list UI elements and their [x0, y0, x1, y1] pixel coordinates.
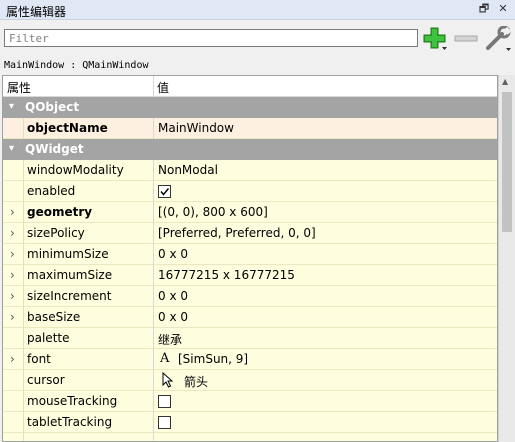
property-value[interactable]: 继承	[158, 331, 182, 348]
filter-toolbar	[0, 20, 515, 58]
object-class-label: MainWindow : QMainWindow	[4, 60, 149, 71]
property-value[interactable]: [Preferred, Preferred, 0, 0]	[158, 226, 316, 240]
filter-input[interactable]	[4, 29, 418, 47]
property-row-font[interactable]: › font A [SimSun, 9]	[3, 349, 497, 370]
property-row-geometry[interactable]: › geometry [(0, 0), 800 x 600]	[3, 202, 497, 223]
property-name: palette	[27, 331, 70, 345]
checkmark-icon	[160, 188, 170, 196]
panel-title: 属性编辑器	[6, 5, 67, 19]
arrow-cursor-icon	[162, 371, 174, 391]
property-value[interactable]: [SimSun, 9]	[178, 352, 248, 366]
panel-titlebar: 属性编辑器 🗗 ✕	[0, 0, 515, 20]
collapse-icon[interactable]: ▾	[9, 143, 14, 154]
property-name: minimumSize	[27, 247, 109, 261]
property-name: maximumSize	[27, 268, 113, 282]
property-row-palette[interactable]: palette 继承	[3, 328, 497, 349]
property-row-mousetracking[interactable]: mouseTracking	[3, 391, 497, 412]
property-row-tablettracking[interactable]: tabletTracking	[3, 412, 497, 433]
mousetracking-checkbox[interactable]	[158, 395, 171, 408]
expand-icon[interactable]: ›	[10, 310, 15, 324]
property-name: cursor	[27, 373, 65, 387]
scroll-up-icon[interactable]: ▲	[502, 77, 508, 86]
tablettracking-checkbox[interactable]	[158, 416, 171, 429]
expand-icon[interactable]: ›	[10, 352, 15, 366]
group-label: QObject	[25, 100, 80, 114]
vertical-scrollbar[interactable]: ▲	[498, 75, 515, 442]
property-value[interactable]: NonModal	[158, 163, 218, 177]
enabled-checkbox[interactable]	[158, 185, 171, 198]
property-row-windowmodality[interactable]: windowModality NonModal	[3, 160, 497, 181]
font-icon: A	[160, 351, 170, 366]
property-name: windowModality	[27, 163, 124, 177]
group-qobject[interactable]: ▾ QObject	[3, 97, 497, 118]
dropdown-arrow-icon	[442, 47, 447, 50]
configure-button[interactable]	[484, 25, 512, 52]
property-row-minimumsize[interactable]: › minimumSize 0 x 0	[3, 244, 497, 265]
tree-header: 属性 值	[3, 76, 497, 97]
header-divider[interactable]	[153, 76, 154, 97]
property-row-sizepolicy[interactable]: › sizePolicy [Preferred, Preferred, 0, 0…	[3, 223, 497, 244]
property-value[interactable]: 0 x 0	[158, 247, 188, 261]
scrollbar-thumb[interactable]	[502, 92, 512, 232]
expand-icon[interactable]: ›	[10, 268, 15, 282]
group-label: QWidget	[25, 142, 84, 156]
group-qwidget[interactable]: ▾ QWidget	[3, 139, 497, 160]
property-row-enabled[interactable]: enabled	[3, 181, 497, 202]
property-name: geometry	[27, 205, 93, 219]
expand-icon[interactable]: ›	[10, 289, 15, 303]
property-value[interactable]: 16777215 x 16777215	[158, 268, 295, 282]
property-tree: 属性 值 ▾ QObject objectName MainWindow ▾ Q…	[2, 75, 498, 442]
minus-icon	[454, 35, 478, 42]
remove-property-button[interactable]	[453, 26, 479, 52]
close-icon[interactable]: ✕	[496, 2, 510, 16]
add-property-button[interactable]	[422, 26, 448, 52]
property-name: tabletTracking	[27, 415, 113, 429]
expand-icon[interactable]: ›	[10, 247, 15, 261]
property-row-sizeincrement[interactable]: › sizeIncrement 0 x 0	[3, 286, 497, 307]
property-value[interactable]: 0 x 0	[158, 310, 188, 324]
dropdown-arrow-icon	[506, 48, 511, 51]
property-value[interactable]: [(0, 0), 800 x 600]	[158, 205, 268, 219]
property-name: objectName	[27, 121, 108, 135]
header-value[interactable]: 值	[157, 79, 169, 96]
property-row-cursor[interactable]: cursor 箭头	[3, 370, 497, 391]
wrench-icon	[486, 25, 512, 51]
property-value[interactable]: 0 x 0	[158, 289, 188, 303]
property-name: sizePolicy	[27, 226, 85, 240]
expand-icon[interactable]: ›	[10, 205, 15, 219]
expand-icon[interactable]: ›	[10, 226, 15, 240]
property-name: sizeIncrement	[27, 289, 112, 303]
property-name: font	[27, 352, 51, 366]
property-name: enabled	[27, 184, 76, 198]
property-row-partial[interactable]	[3, 433, 497, 441]
plus-icon	[423, 27, 447, 50]
property-row-objectname[interactable]: objectName MainWindow	[3, 118, 497, 139]
property-row-basesize[interactable]: › baseSize 0 x 0	[3, 307, 497, 328]
collapse-icon[interactable]: ▾	[9, 101, 14, 112]
header-property[interactable]: 属性	[7, 79, 31, 96]
property-row-maximumsize[interactable]: › maximumSize 16777215 x 16777215	[3, 265, 497, 286]
property-value[interactable]: 箭头	[184, 373, 208, 390]
float-icon[interactable]: 🗗	[477, 2, 491, 16]
property-value[interactable]: MainWindow	[158, 121, 234, 135]
property-name: mouseTracking	[27, 394, 118, 408]
property-name: baseSize	[27, 310, 81, 324]
